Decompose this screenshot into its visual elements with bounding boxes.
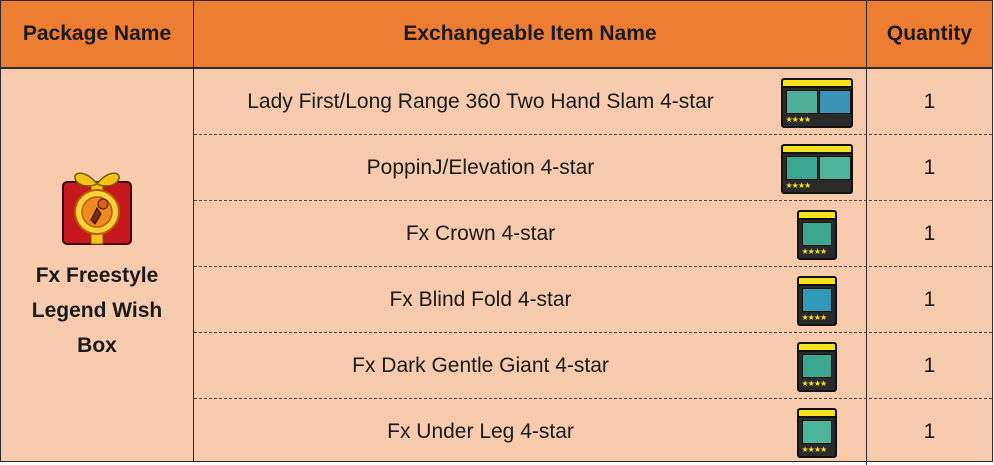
stars-icon: ★★★★ (785, 115, 812, 124)
table-row: PoppinJ/Elevation 4-star ★★★★ 1 (194, 135, 992, 201)
stars-icon: ★★★★ (801, 313, 828, 322)
item-name: Fx Under Leg 4-star (387, 420, 574, 443)
item-icon-cell: ★★★★ (767, 333, 867, 399)
table-row: Fx Under Leg 4-star ★★★★ 1 (194, 399, 992, 465)
package-name: Fx Freestyle Legend Wish Box (31, 263, 163, 357)
item-icon-cell: ★★★★ (767, 399, 867, 465)
item-icon-cell: ★★★★ (767, 267, 867, 333)
skill-card-icon: ★★★★ (796, 276, 837, 326)
header-item-label: Exchangeable Item Name (403, 22, 657, 45)
item-name: Fx Dark Gentle Giant 4-star (352, 354, 609, 377)
package-cell: Fx Freestyle Legend Wish Box (1, 69, 194, 461)
table-row: Fx Dark Gentle Giant 4-star ★★★★ 1 (194, 333, 992, 399)
gift-box-icon (62, 172, 132, 245)
stars-icon: ★★★★ (801, 445, 828, 454)
item-name: Fx Crown 4-star (405, 222, 556, 245)
item-quantity: 1 (923, 420, 936, 443)
skill-card-icon: ★★★★ (796, 342, 837, 392)
exchange-table: Package Name Exchangeable Item Name Quan… (0, 0, 993, 465)
skill-card-icon: ★★★★ (796, 210, 837, 260)
item-name: Fx Blind Fold 4-star (389, 288, 572, 311)
item-name: PoppinJ/Elevation 4-star (366, 156, 595, 179)
table-row: Fx Blind Fold 4-star ★★★★ 1 (194, 267, 992, 333)
stars-icon: ★★★★ (801, 247, 828, 256)
header-quantity-label: Quantity (886, 22, 973, 45)
item-quantity: 1 (923, 90, 936, 113)
table-row: Fx Crown 4-star ★★★★ 1 (194, 201, 992, 267)
stars-icon: ★★★★ (785, 181, 812, 190)
header-item-name: Exchangeable Item Name (194, 1, 867, 67)
table-row: Lady First/Long Range 360 Two Hand Slam … (194, 69, 992, 135)
double-skill-card-icon: ★★★★ (780, 144, 853, 194)
stars-icon: ★★★★ (801, 379, 828, 388)
header-package-name: Package Name (1, 1, 194, 67)
item-quantity: 1 (923, 288, 936, 311)
item-name: Lady First/Long Range 360 Two Hand Slam … (247, 90, 714, 113)
item-quantity: 1 (923, 156, 936, 179)
item-quantity: 1 (923, 222, 936, 245)
header-package-label: Package Name (22, 22, 172, 45)
double-skill-card-icon: ★★★★ (780, 78, 853, 128)
item-quantity: 1 (923, 354, 936, 377)
skill-card-icon: ★★★★ (796, 408, 837, 458)
item-icon-cell: ★★★★ (767, 69, 867, 135)
header-quantity: Quantity (867, 1, 992, 67)
item-icon-cell: ★★★★ (767, 135, 867, 201)
item-icon-cell: ★★★★ (767, 201, 867, 267)
